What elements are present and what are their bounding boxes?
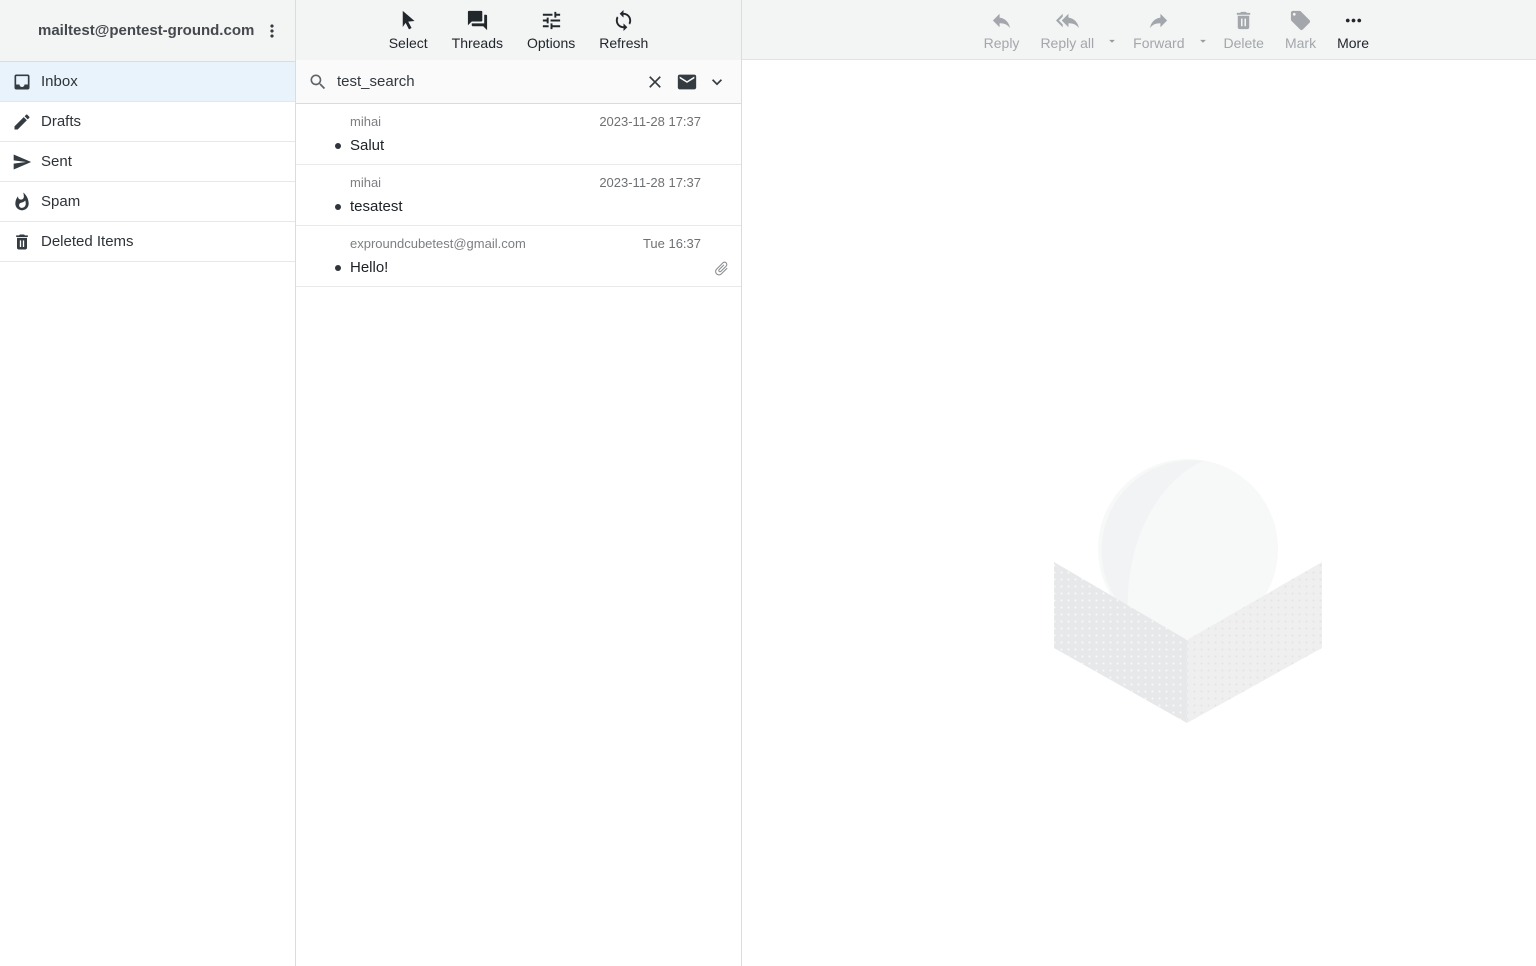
sidebar-item-deleted-items[interactable]: Deleted Items: [0, 222, 295, 262]
folder-sidebar: mailtest@pentest-ground.com Inbox Drafts…: [0, 0, 296, 966]
account-header: mailtest@pentest-ground.com: [0, 0, 295, 62]
message-subject: Salut: [350, 137, 384, 154]
search-scope-button[interactable]: [676, 71, 698, 93]
inbox-icon: [12, 72, 32, 92]
message-date: Tue 16:37: [643, 235, 701, 252]
unread-dot: [335, 204, 341, 210]
sidebar-item-drafts[interactable]: Drafts: [0, 102, 295, 142]
message-list-pane: Select Threads Options Refresh: [296, 0, 742, 966]
folder-label: Spam: [41, 193, 80, 210]
threads-button[interactable]: Threads: [445, 6, 510, 54]
pencil-icon: [12, 112, 32, 132]
options-button[interactable]: Options: [520, 6, 582, 54]
message-sender: exproundcubetest@gmail.com: [350, 235, 526, 252]
message-sender: mihai: [350, 174, 381, 191]
kebab-menu-icon: [262, 21, 282, 41]
message-row[interactable]: mihai 2023-11-28 17:37 tesatest: [296, 165, 741, 226]
paper-plane-icon: [12, 152, 32, 172]
reply-all-dropdown-caret-icon[interactable]: [1105, 34, 1119, 48]
folder-label: Inbox: [41, 73, 78, 90]
forward-dropdown-caret-icon[interactable]: [1196, 34, 1210, 48]
message-date: 2023-11-28 17:37: [599, 113, 701, 130]
message-subject: tesatest: [350, 198, 403, 215]
trash-icon: [1232, 9, 1255, 32]
account-email: mailtest@pentest-ground.com: [38, 22, 254, 39]
sidebar-item-sent[interactable]: Sent: [0, 142, 295, 182]
more-button[interactable]: More: [1330, 6, 1376, 54]
message-row[interactable]: mihai 2023-11-28 17:37 Salut: [296, 104, 741, 165]
message-list: mihai 2023-11-28 17:37 Salut mihai 2023-…: [296, 104, 741, 966]
list-toolbar: Select Threads Options Refresh: [296, 0, 741, 60]
search-bar: [296, 60, 741, 104]
reply-icon: [990, 9, 1013, 32]
message-toolbar: Reply Reply all Forward Delete Mark: [742, 0, 1536, 60]
search-icon: [308, 72, 328, 92]
message-sender: mihai: [350, 113, 381, 130]
delete-button[interactable]: Delete: [1217, 6, 1271, 54]
folder-label: Deleted Items: [41, 233, 134, 250]
message-subject: Hello!: [350, 259, 388, 276]
message-row[interactable]: exproundcubetest@gmail.com Tue 16:37 Hel…: [296, 226, 741, 287]
folder-list: Inbox Drafts Sent Spam Deleted Items: [0, 62, 295, 262]
close-icon: [645, 72, 667, 92]
reply-all-icon: [1056, 9, 1079, 32]
unread-dot: [335, 143, 341, 149]
pointer-icon: [397, 9, 420, 32]
chat-bubbles-icon: [466, 9, 489, 32]
select-button[interactable]: Select: [382, 6, 435, 54]
reply-button[interactable]: Reply: [977, 6, 1027, 54]
roundcube-logo-watermark: [1053, 459, 1323, 725]
sliders-icon: [540, 9, 563, 32]
sidebar-item-spam[interactable]: Spam: [0, 182, 295, 222]
message-content-pane: Reply Reply all Forward Delete Mark: [742, 0, 1536, 966]
clear-search-button[interactable]: [645, 71, 667, 93]
forward-button[interactable]: Forward: [1126, 6, 1191, 54]
search-input[interactable]: [337, 73, 636, 90]
reply-all-button[interactable]: Reply all: [1033, 6, 1101, 54]
refresh-button[interactable]: Refresh: [592, 6, 655, 54]
folder-label: Sent: [41, 153, 72, 170]
chevron-down-icon: [707, 72, 729, 92]
trash-icon: [12, 232, 32, 252]
account-menu-button[interactable]: [257, 16, 287, 46]
message-preview-area: [742, 60, 1536, 966]
webmail-app: mailtest@pentest-ground.com Inbox Drafts…: [0, 0, 1536, 966]
search-options-button[interactable]: [707, 71, 729, 93]
refresh-icon: [612, 9, 635, 32]
sidebar-item-inbox[interactable]: Inbox: [0, 62, 295, 102]
mark-button[interactable]: Mark: [1278, 6, 1323, 54]
unread-dot: [335, 265, 341, 271]
message-date: 2023-11-28 17:37: [599, 174, 701, 191]
more-dots-icon: [1342, 9, 1365, 32]
envelope-icon: [676, 71, 698, 93]
fire-icon: [12, 192, 32, 212]
forward-icon: [1147, 9, 1170, 32]
folder-label: Drafts: [41, 113, 81, 130]
tag-icon: [1289, 9, 1312, 32]
